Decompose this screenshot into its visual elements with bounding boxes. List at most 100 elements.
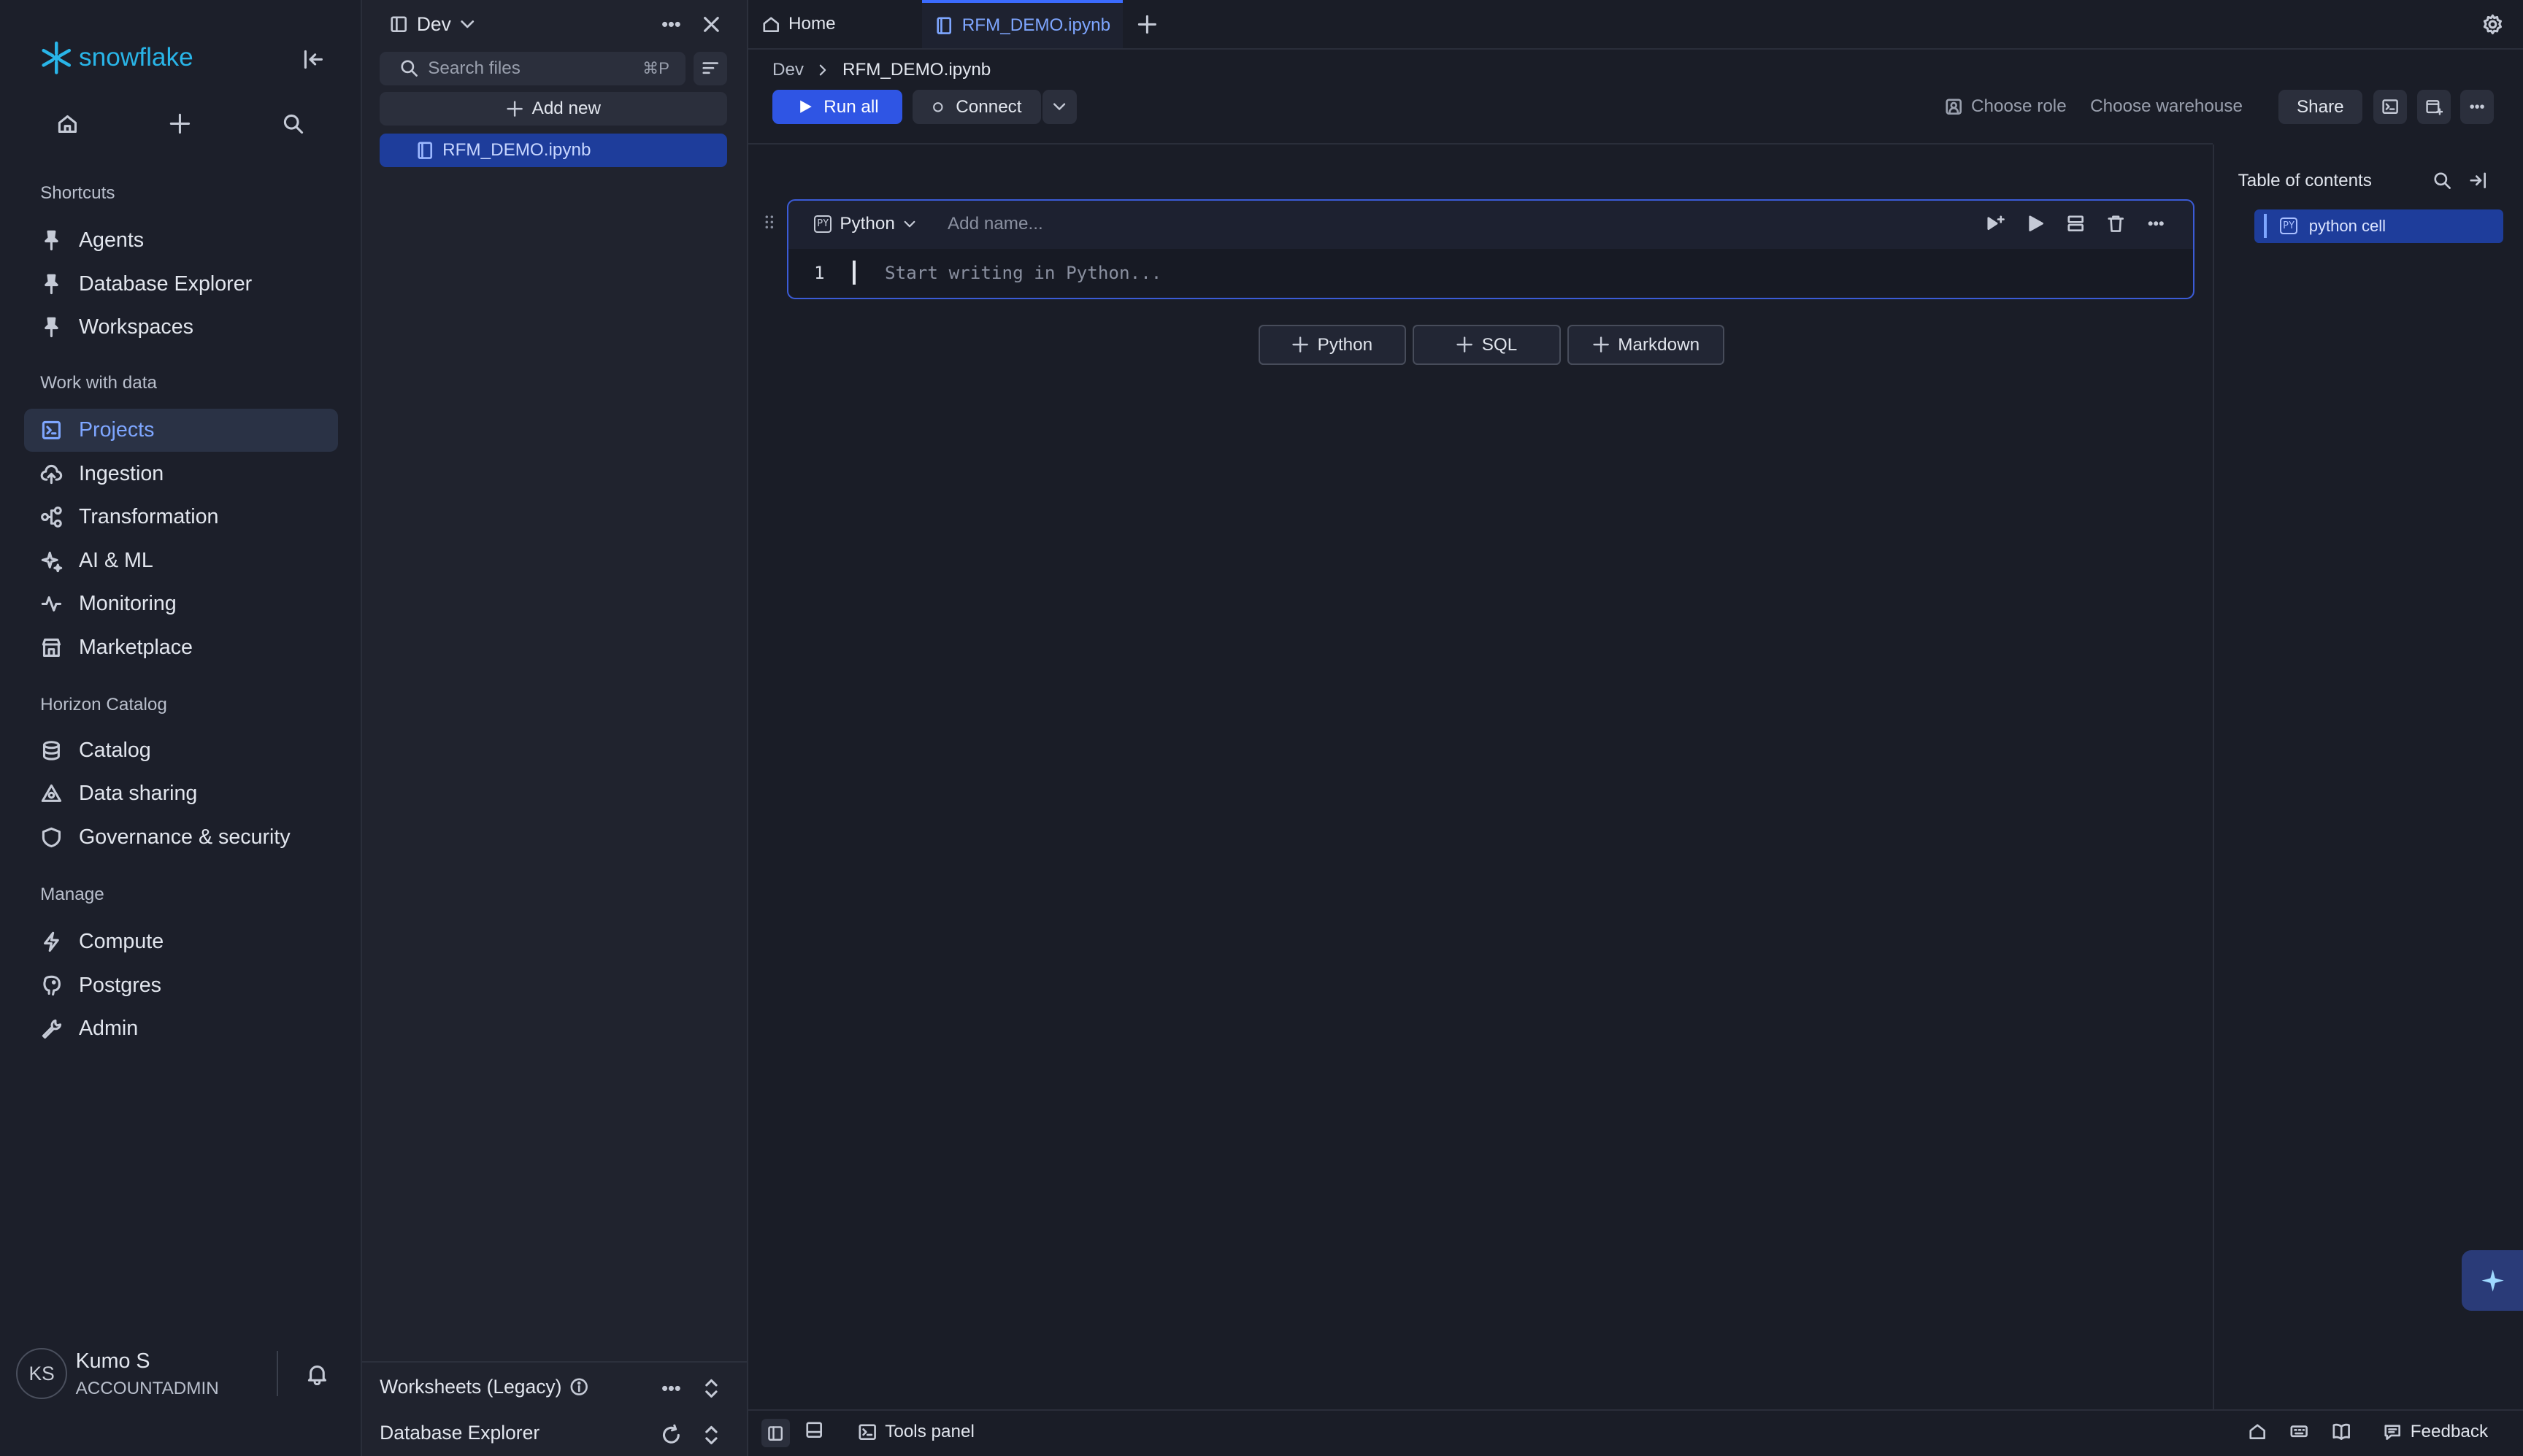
connect-dropdown-button[interactable] <box>1042 90 1077 124</box>
add-markdown-cell-button[interactable]: Markdown <box>1567 325 1725 365</box>
search-shortcut: ⌘P <box>642 58 669 77</box>
more-horizontal-icon <box>2148 221 2164 226</box>
delete-cell-button[interactable] <box>2106 214 2125 233</box>
run-cell-and-advance-button[interactable] <box>1986 214 2005 233</box>
status-home-button[interactable] <box>2248 1422 2267 1441</box>
sort-files-button[interactable] <box>693 51 728 85</box>
toc-collapse-button[interactable] <box>2468 171 2487 190</box>
toc-search-button[interactable] <box>2432 171 2451 190</box>
sparkle-icon <box>2481 1269 2504 1292</box>
sidebar-item-database-explorer[interactable]: Database Explorer <box>24 262 338 306</box>
sidebar-item-data-sharing[interactable]: Data sharing <box>24 772 338 816</box>
sidebar-item-marketplace[interactable]: Marketplace <box>24 625 338 669</box>
chevron-up-down-icon <box>705 1379 718 1398</box>
code-editor[interactable]: 1 Start writing in Python... <box>788 249 2193 298</box>
run-cell-button[interactable] <box>2026 214 2045 233</box>
workspace-selector[interactable]: Dev <box>389 13 477 36</box>
search-files-input[interactable]: Search files ⌘P <box>380 51 686 85</box>
database-explorer-header[interactable]: Database Explorer <box>380 1422 539 1444</box>
cell-name-input[interactable]: Add name... <box>948 214 1043 234</box>
sidebar-item-agents[interactable]: Agents <box>24 219 338 263</box>
sidebar-item-label: Agents <box>78 228 145 252</box>
tab-bar: Home RFM_DEMO.ipynb <box>748 0 2523 50</box>
toc-item-label: python cell <box>2308 216 2386 235</box>
sidebar-item-monitoring[interactable]: Monitoring <box>24 582 338 626</box>
close-panel-button[interactable] <box>700 13 723 36</box>
breadcrumb: Dev RFM_DEMO.ipynb <box>772 60 991 80</box>
user-role: ACCOUNTADMIN <box>75 1378 219 1398</box>
new-tab-button[interactable] <box>1136 13 1159 36</box>
worksheets-more-button[interactable] <box>660 1377 683 1400</box>
sidebar-item-transformation[interactable]: Transformation <box>24 496 338 539</box>
feedback-button[interactable]: Feedback <box>2383 1422 2488 1442</box>
terminal-button[interactable] <box>2373 90 2408 124</box>
split-cell-button[interactable] <box>2066 214 2085 233</box>
chevron-down-icon <box>1053 103 1066 111</box>
tab-rfm-demo[interactable]: RFM_DEMO.ipynb <box>921 0 1124 49</box>
sidebar-item-catalog[interactable]: Catalog <box>24 728 338 772</box>
breadcrumb-item[interactable]: Dev <box>772 60 804 80</box>
sidebar-item-ai-ml[interactable]: AI & ML <box>24 539 338 582</box>
ai-assistant-button[interactable] <box>2462 1249 2523 1311</box>
sidebar-item-projects[interactable]: Projects <box>24 408 338 452</box>
python-badge-icon: PY <box>814 215 832 233</box>
keyboard-shortcuts-button[interactable] <box>2289 1422 2308 1441</box>
sidebar-item-compute[interactable]: Compute <box>24 920 338 964</box>
avatar[interactable]: KS <box>16 1348 68 1400</box>
notifications-button[interactable] <box>306 1363 329 1385</box>
cell-more-button[interactable] <box>2146 214 2165 233</box>
calendar-plus-icon <box>2425 100 2443 116</box>
sidebar-item-workspaces[interactable]: Workspaces <box>24 306 338 350</box>
refresh-button[interactable] <box>660 1424 683 1447</box>
database-icon <box>43 740 60 760</box>
notebook-cell[interactable]: PY Python Add name... 1 Start writing in… <box>786 199 2194 299</box>
more-actions-button[interactable] <box>2460 90 2495 124</box>
plus-icon <box>1593 336 1609 353</box>
keyboard-icon <box>2290 1425 2308 1438</box>
file-name: RFM_DEMO.ipynb <box>442 140 591 161</box>
toggle-bottom-panel-button[interactable] <box>804 1420 823 1439</box>
cell-language-selector[interactable]: PY Python <box>814 214 918 234</box>
add-new-button[interactable]: Add new <box>380 91 728 126</box>
add-sql-cell-button[interactable]: SQL <box>1413 325 1561 365</box>
settings-button[interactable] <box>2481 13 2504 36</box>
collapse-sidebar-button[interactable] <box>302 48 325 71</box>
toggle-left-panel-button[interactable] <box>761 1418 791 1448</box>
database-explorer-expand-button[interactable] <box>700 1424 723 1447</box>
home-button[interactable] <box>56 112 79 135</box>
section-work-with-data: Work with data <box>40 373 157 393</box>
create-button[interactable] <box>169 112 191 135</box>
run-all-button[interactable]: Run all <box>772 90 903 124</box>
sidebar-item-admin[interactable]: Admin <box>24 1007 338 1051</box>
choose-role-button[interactable]: Choose role <box>1944 96 2067 117</box>
share-button[interactable]: Share <box>2278 90 2362 124</box>
snowflake-logo-icon <box>42 41 71 74</box>
cloud-upload-icon <box>40 464 63 484</box>
worksheets-label: Worksheets (Legacy) <box>380 1375 562 1398</box>
file-panel-more-button[interactable] <box>660 13 683 36</box>
docs-button[interactable] <box>2332 1422 2351 1441</box>
bolt-icon <box>44 931 59 952</box>
snowflake-logo[interactable]: snowflake <box>39 40 193 75</box>
run-all-label: Run all <box>823 96 879 117</box>
sidebar-item-postgres[interactable]: Postgres <box>24 963 338 1007</box>
sidebar-item-ingestion[interactable]: Ingestion <box>24 452 338 496</box>
file-item[interactable]: RFM_DEMO.ipynb <box>380 133 728 168</box>
sidebar-item-label: Governance & security <box>78 825 291 849</box>
schedule-button[interactable] <box>2416 90 2451 124</box>
drag-handle[interactable] <box>763 212 776 231</box>
add-python-cell-button[interactable]: Python <box>1258 325 1406 365</box>
tab-home[interactable]: Home <box>761 0 922 48</box>
connect-button[interactable]: Connect <box>912 90 1042 124</box>
search-icon <box>283 115 303 134</box>
toc-item[interactable]: PY python cell <box>2254 209 2504 243</box>
search-button[interactable] <box>282 112 304 135</box>
choose-warehouse-button[interactable]: Choose warehouse <box>2090 96 2243 117</box>
worksheets-legacy-header[interactable]: Worksheets (Legacy) <box>380 1376 589 1398</box>
worksheets-expand-button[interactable] <box>700 1377 723 1400</box>
sidebar-left-icon <box>768 1425 783 1441</box>
file-panel: Dev Search files ⌘P Add new RFM_DEMO.ipy… <box>361 0 748 1456</box>
tools-panel-button[interactable]: Tools panel <box>858 1422 975 1442</box>
share-icon <box>41 785 62 803</box>
sidebar-item-governance-security[interactable]: Governance & security <box>24 815 338 859</box>
